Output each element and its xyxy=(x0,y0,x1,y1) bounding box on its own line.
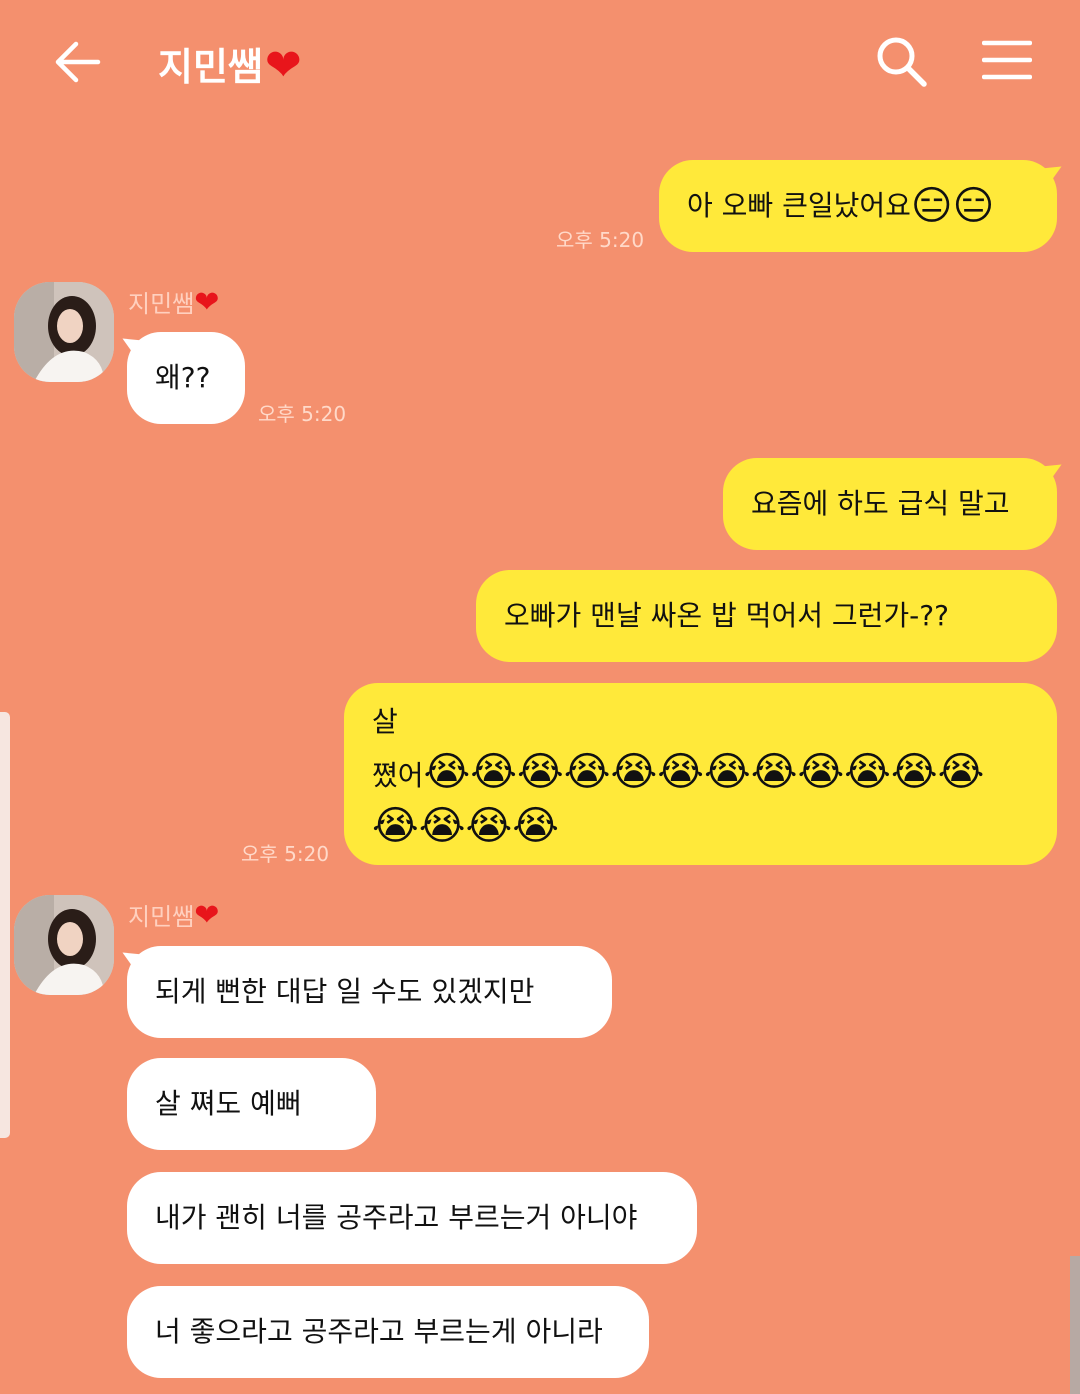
message-text: 너 좋으라고 공주라고 부르는게 아니라 xyxy=(155,1315,603,1348)
avatar[interactable] xyxy=(14,895,114,995)
message-time: 오후 5:20 xyxy=(258,402,347,426)
sender-name-text: 지민쌤 xyxy=(128,290,195,318)
message-text: 쪘어 xyxy=(372,759,424,792)
hamburger-menu-icon[interactable] xyxy=(982,40,1032,80)
their-message-bubble[interactable]: 너 좋으라고 공주라고 부르는게 아니라 xyxy=(127,1286,649,1378)
search-icon[interactable] xyxy=(872,32,932,92)
message-text-line: 살 xyxy=(372,705,398,738)
sender-name: 지민쌤❤ xyxy=(128,284,219,320)
message-text: 내가 괜히 너를 공주라고 부르는거 아니야 xyxy=(155,1201,638,1234)
message-text: 살 쪄도 예뻐 xyxy=(155,1087,302,1120)
chat-title-text: 지민쌤 xyxy=(158,45,263,89)
message-text: 왜?? xyxy=(155,361,211,394)
scrollbar-right[interactable] xyxy=(1070,1256,1080,1394)
loudly-crying-face-emoji: 😭😭😭😭😭😭😭😭😭😭😭😭 xyxy=(423,749,985,795)
message-time: 오후 5:20 xyxy=(556,228,645,252)
my-message-bubble[interactable]: 요즘에 하도 급식 말고 xyxy=(723,458,1057,550)
message-text-line: 쪘어😭😭😭😭😭😭😭😭😭😭😭😭 xyxy=(372,747,1029,801)
chat-title: 지민쌤❤ xyxy=(158,36,302,91)
avatar[interactable] xyxy=(14,282,114,382)
scrollbar-left[interactable] xyxy=(0,712,10,1138)
my-message-bubble[interactable]: 오빠가 맨날 싸온 밥 먹어서 그런가-?? xyxy=(476,570,1057,662)
heart-icon: ❤ xyxy=(194,898,220,933)
message-text: 아 오빠 큰일났어요 xyxy=(687,189,911,222)
their-message-bubble[interactable]: 내가 괜히 너를 공주라고 부르는거 아니야 xyxy=(127,1172,697,1264)
their-message-bubble[interactable]: 살 쪄도 예뻐 xyxy=(127,1058,376,1150)
message-text: 오빠가 맨날 싸온 밥 먹어서 그런가-?? xyxy=(504,599,949,632)
sender-name-text: 지민쌤 xyxy=(128,903,195,931)
chat-header: 지민쌤❤ xyxy=(0,0,1080,120)
their-message-bubble[interactable]: 왜?? xyxy=(127,332,245,424)
my-message-bubble[interactable]: 아 오빠 큰일났어요 😑😑 xyxy=(659,160,1057,252)
sender-name: 지민쌤❤ xyxy=(128,897,219,933)
message-text: 요즘에 하도 급식 말고 xyxy=(751,487,1010,520)
heart-icon: ❤ xyxy=(264,40,302,91)
avatar-photo xyxy=(14,282,114,382)
message-text: 되게 뻔한 대답 일 수도 있겠지만 xyxy=(155,975,535,1008)
loudly-crying-face-emoji: 😭😭😭😭 xyxy=(372,803,559,849)
expressionless-face-emoji: 😑😑 xyxy=(910,183,995,229)
arrow-left-icon[interactable] xyxy=(50,34,106,90)
my-message-bubble[interactable]: 살 쪘어😭😭😭😭😭😭😭😭😭😭😭😭 😭😭😭😭 xyxy=(344,683,1057,865)
message-time: 오후 5:20 xyxy=(241,842,330,866)
avatar-photo xyxy=(14,895,114,995)
heart-icon: ❤ xyxy=(194,285,220,320)
their-message-bubble[interactable]: 되게 뻔한 대답 일 수도 있겠지만 xyxy=(127,946,612,1038)
